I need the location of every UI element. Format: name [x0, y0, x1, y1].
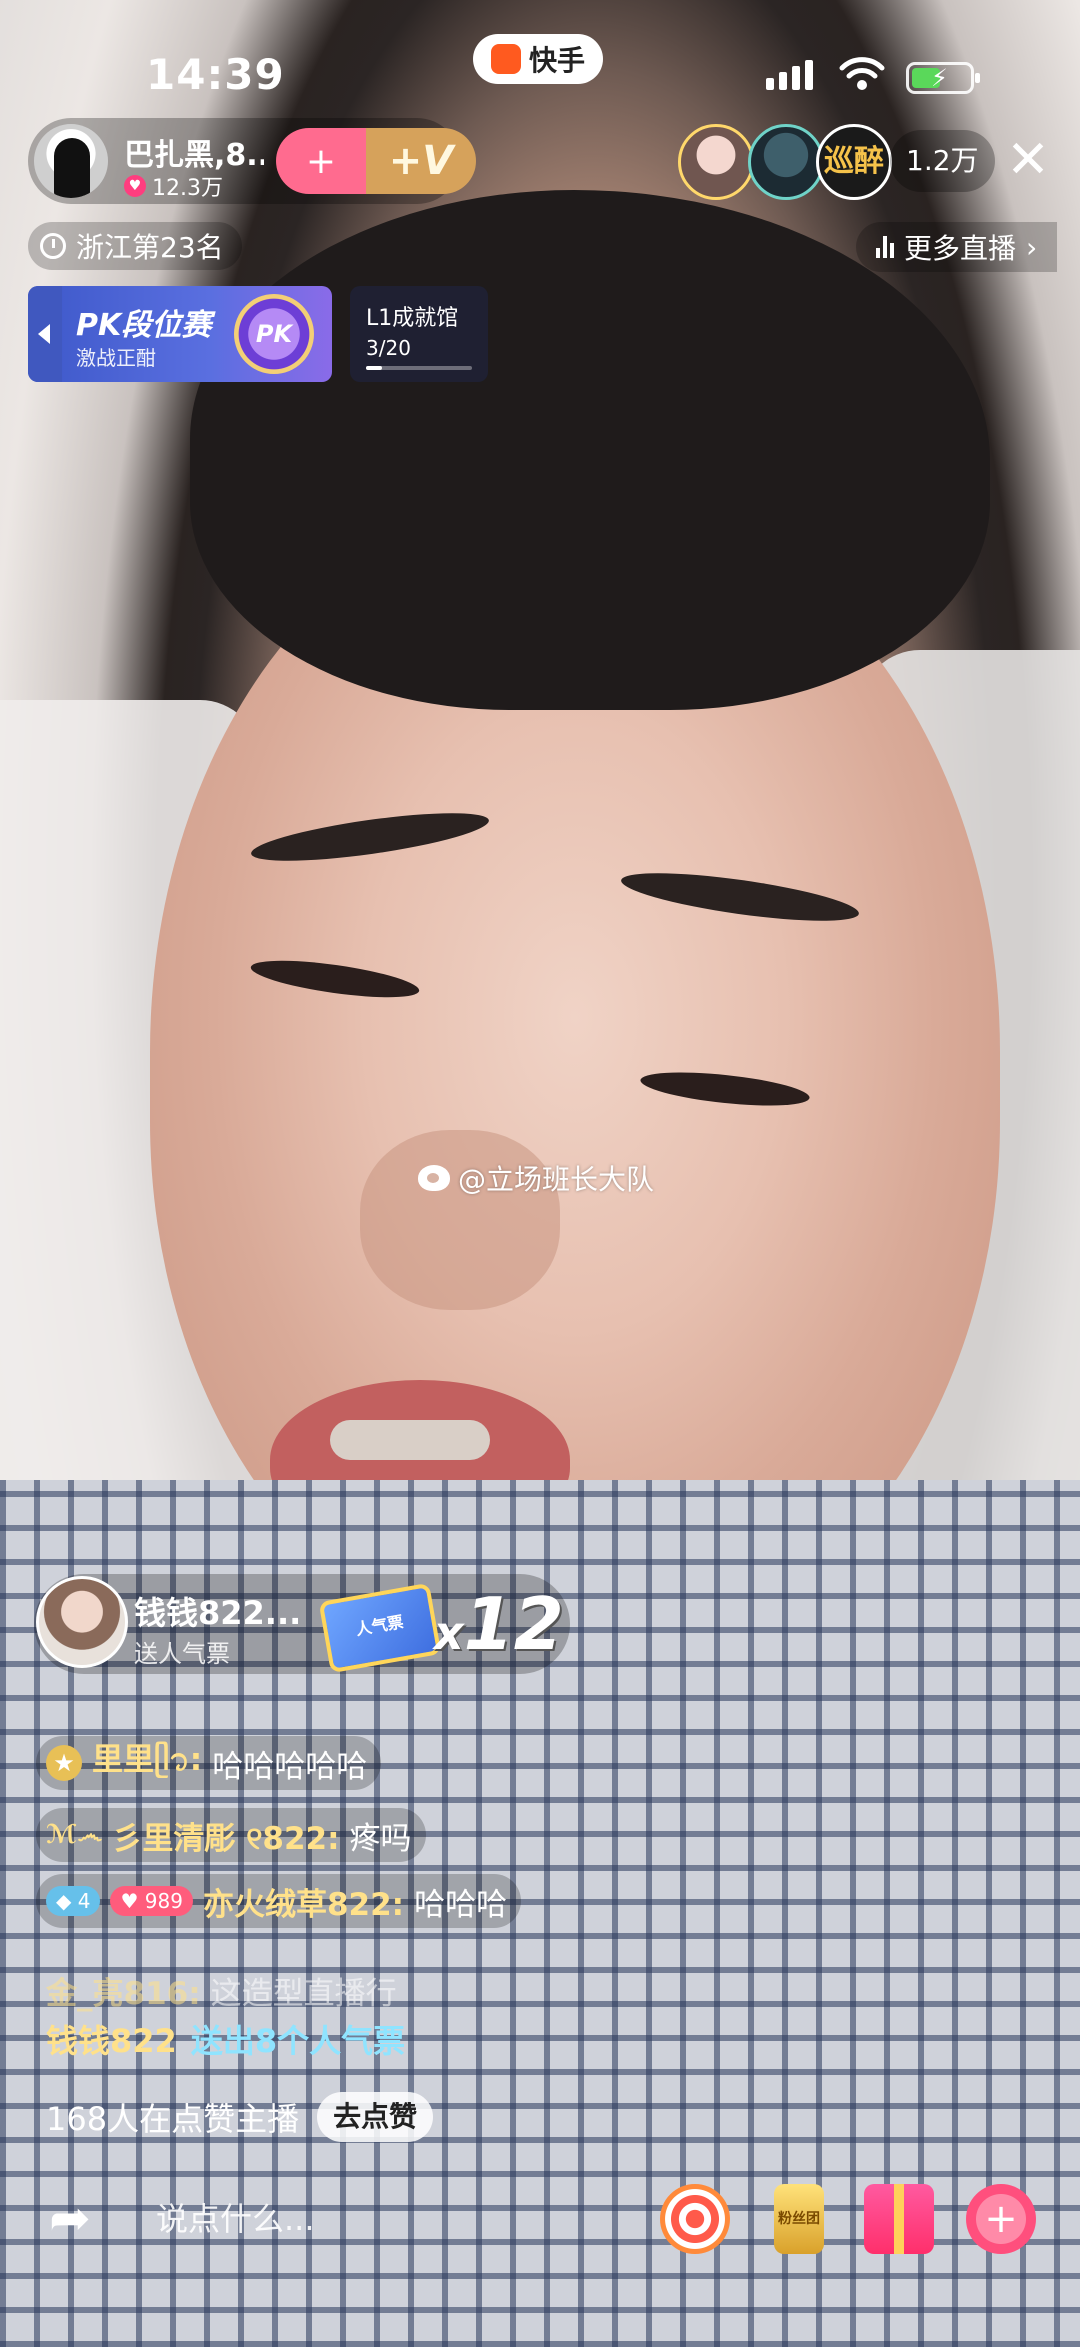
- rank-pill[interactable]: 浙江第23名: [28, 222, 242, 270]
- collapse-arrow-icon[interactable]: [28, 286, 62, 382]
- achievement-progress: 3/20: [366, 336, 411, 360]
- gifter-name: 钱钱822...: [134, 1594, 302, 1632]
- gift-icon[interactable]: [864, 2184, 934, 2254]
- achievement-progress-bar: [366, 366, 472, 370]
- heart-icon: ♥: [124, 175, 146, 197]
- chat-message[interactable]: ◆ 4 ♥ 989 亦火绒草822: 哈哈哈: [36, 1874, 522, 1928]
- chat-username[interactable]: 彡里清彫 ୧822:: [111, 1813, 339, 1858]
- watermark-text: @立场班长大队: [458, 1163, 655, 1196]
- chat-message[interactable]: 金_亮816: 这造型直播行: [36, 1972, 411, 2012]
- chevron-right-icon: ›: [1026, 230, 1038, 264]
- target-task-icon[interactable]: [660, 2184, 730, 2254]
- gift-count: x12: [434, 1582, 564, 1666]
- clock-icon: [40, 233, 66, 259]
- pk-badge-icon: PK: [234, 294, 314, 374]
- nose: [360, 1130, 560, 1310]
- cellular-signal-icon: [766, 60, 813, 90]
- viewer-avatar[interactable]: [678, 124, 754, 200]
- likes-notice: 168人在点赞主播 去点赞: [46, 2092, 434, 2142]
- gift-banner[interactable]: 钱钱822... 送人气票 人气票 x12: [34, 1574, 570, 1674]
- weibo-watermark: @立场班长大队: [418, 1158, 654, 1198]
- go-like-button[interactable]: 去点赞: [317, 2092, 434, 2142]
- weibo-icon: [418, 1165, 450, 1191]
- fan-club-v-label: +V: [388, 138, 454, 184]
- chat-text: 这造型直播行: [210, 1975, 397, 2012]
- gifter-avatar[interactable]: [36, 1576, 128, 1668]
- achievement-title: L1成就馆: [366, 306, 459, 331]
- viewer-count[interactable]: 1.2万: [890, 130, 995, 192]
- chat-text: 哈哈哈哈哈: [212, 1748, 368, 1785]
- chat-text: 哈哈哈: [414, 1886, 508, 1923]
- host-info[interactable]: 巴扎黑,8... ♥ 12.3万 + +V: [28, 118, 476, 204]
- teeth: [330, 1420, 490, 1460]
- host-name: 巴扎黑,8...: [124, 138, 264, 173]
- chat-message[interactable]: ℳ෴ 彡里清彫 ୧822: 疼吗: [36, 1808, 426, 1862]
- host-avatar[interactable]: [34, 124, 108, 198]
- heart-plus-icon[interactable]: +: [966, 2184, 1036, 2254]
- fan-level-badge: ♥ 989: [110, 1886, 193, 1916]
- wifi-icon: [839, 57, 885, 90]
- achievement-card[interactable]: L1成就馆 3/20: [350, 286, 488, 382]
- app-badge: 快手: [473, 34, 604, 84]
- diamond-level-badge: ◆ 4: [46, 1886, 101, 1916]
- host-likes-count: 12.3万: [152, 176, 223, 201]
- pk-title: PK段位赛: [76, 308, 212, 343]
- gift-notice-user[interactable]: 钱钱822: [46, 2016, 177, 2062]
- gift-notice: 钱钱822 送出8个人气票: [46, 2016, 405, 2062]
- viewer-avatar[interactable]: [748, 124, 824, 200]
- comment-input[interactable]: 说点什么...: [110, 2184, 656, 2254]
- popularity-ticket-icon: 人气票: [318, 1582, 442, 1674]
- bars-icon: [876, 236, 894, 258]
- rank-label: 浙江第23名: [76, 231, 224, 264]
- chat-username[interactable]: 亦火绒草822:: [203, 1879, 404, 1924]
- follow-heart-plus-icon: +: [305, 140, 337, 182]
- app-name: 快手: [529, 44, 586, 77]
- share-icon[interactable]: ➦: [40, 2188, 100, 2248]
- pk-subtitle: 激战正酣: [76, 346, 156, 370]
- fan-club-icon[interactable]: 粉丝团: [774, 2184, 824, 2254]
- more-live-button[interactable]: 更多直播 ›: [856, 222, 1058, 272]
- pk-rank-card[interactable]: PK段位赛 激战正酣 PK: [28, 286, 332, 382]
- chat-username[interactable]: 金_亮816:: [46, 1968, 201, 2013]
- viewer-avatar[interactable]: 巡醉: [816, 124, 892, 200]
- close-icon[interactable]: ✕: [998, 130, 1058, 190]
- chat-text: 疼吗: [349, 1820, 412, 1857]
- chat-message[interactable]: ★ 里里ᥫ᭡: 哈哈哈哈哈: [36, 1734, 382, 1793]
- chat-username[interactable]: 里里ᥫ᭡:: [92, 1734, 202, 1793]
- likes-text: 168人在点赞主播: [46, 2100, 300, 2138]
- host-likes: ♥ 12.3万: [124, 170, 223, 202]
- star-badge-icon: ★: [46, 1745, 82, 1781]
- chat-prefix: ℳ෴: [46, 1819, 102, 1850]
- kuaishou-logo-icon: [491, 44, 521, 74]
- gift-notice-text: 送出8个人气票: [190, 2022, 406, 2060]
- status-time: 14:39: [146, 50, 285, 99]
- follow-button[interactable]: + +V: [276, 128, 476, 194]
- gift-action: 送人气票: [134, 1640, 230, 1668]
- more-live-label: 更多直播: [904, 232, 1017, 265]
- battery-icon: ⚡: [906, 62, 980, 94]
